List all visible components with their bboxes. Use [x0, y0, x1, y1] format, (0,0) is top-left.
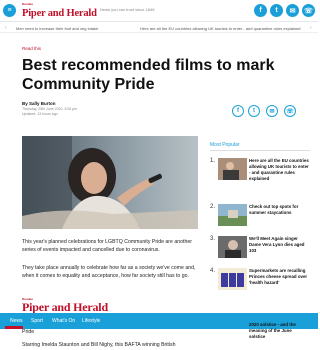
- item-number: 2.: [210, 204, 216, 210]
- most-popular-heading: Most Popular: [210, 142, 240, 148]
- article-paragraph: This year's planned celebrations for LGB…: [22, 239, 192, 253]
- twitter-icon[interactable]: t: [270, 4, 283, 17]
- section-label[interactable]: Read this: [22, 46, 41, 51]
- news-ticker: ‹ Men need to increase their fruit and v…: [0, 23, 318, 33]
- nav-active-indicator: [5, 326, 23, 329]
- item-title[interactable]: Supermarkets are recalling Princes chees…: [249, 268, 309, 286]
- ticker-item[interactable]: Men need to increase their fruit and veg…: [16, 26, 98, 31]
- email-icon[interactable]: ✉: [286, 4, 299, 17]
- item-number: 1.: [210, 158, 216, 164]
- logo-small-text: Dundee: [22, 2, 34, 6]
- article-dates: Thursday, 25th June 2020, 3:06 pm Update…: [22, 107, 77, 117]
- item-thumbnail: [218, 204, 247, 226]
- article-byline: By Sally Burton: [22, 101, 56, 106]
- site-header: ≡ Dundee Piper and Herald News you can t…: [0, 0, 318, 22]
- item-title[interactable]: We'll Meet Again singer Dame Vera Lynn d…: [249, 236, 309, 254]
- divider: [210, 150, 310, 151]
- item-number: 4.: [210, 268, 216, 274]
- ticker-next-icon[interactable]: ›: [310, 25, 312, 31]
- nav-item-whats-on[interactable]: What's On: [52, 318, 75, 324]
- item-thumbnail: [218, 236, 247, 258]
- menu-icon[interactable]: ≡: [3, 4, 16, 17]
- woman-watching-tv-image: [22, 136, 198, 229]
- site-logo[interactable]: Dundee Piper and Herald: [22, 2, 97, 20]
- item-thumbnail: [218, 268, 247, 290]
- logo-text: Piper and Herald: [22, 300, 108, 314]
- sticky-header: Dundee Piper and Herald: [0, 296, 318, 314]
- facebook-icon[interactable]: f: [254, 4, 267, 17]
- updated-date: Updated: 13 hours ago: [22, 112, 58, 116]
- article-hero-image: [22, 136, 198, 229]
- item-title[interactable]: Check out top spots for summer staycatio…: [249, 204, 309, 216]
- most-popular-item-partial[interactable]: 2020 solstice - and the meaning of the J…: [249, 322, 309, 340]
- nav-item-sport[interactable]: Sport: [31, 318, 43, 324]
- share-whatsapp-icon[interactable]: ☏: [284, 105, 296, 117]
- article-paragraph: Starring Imelda Staunton and Bill Nighy,…: [22, 342, 176, 348]
- logo-small-text: Dundee: [22, 297, 34, 301]
- nav-item-news[interactable]: News: [10, 318, 23, 324]
- ticker-prev-icon[interactable]: ‹: [5, 25, 7, 31]
- share-facebook-icon[interactable]: f: [232, 105, 244, 117]
- share-twitter-icon[interactable]: t: [248, 105, 260, 117]
- item-title[interactable]: Here are all the EU countries allowing U…: [249, 158, 309, 182]
- nav-item-lifestyle[interactable]: Lifestyle: [82, 318, 100, 324]
- logo-text: Piper and Herald: [22, 8, 97, 19]
- site-tagline: News you can trust since 1846: [100, 7, 155, 12]
- item-number: 3.: [210, 236, 216, 242]
- share-email-icon[interactable]: ✉: [266, 105, 278, 117]
- article-headline: Best recommended films to mark Community…: [22, 57, 275, 93]
- most-popular-item[interactable]: 1. Here are all the EU countries allowin…: [210, 158, 310, 198]
- article-subheading: Pride: [22, 329, 35, 335]
- item-thumbnail: [218, 158, 247, 180]
- ticker-item[interactable]: Here are all the EU countries allowing U…: [140, 26, 301, 31]
- article-paragraph: They take place annually to celebrate ho…: [22, 265, 196, 279]
- whatsapp-icon[interactable]: ☏: [302, 4, 315, 17]
